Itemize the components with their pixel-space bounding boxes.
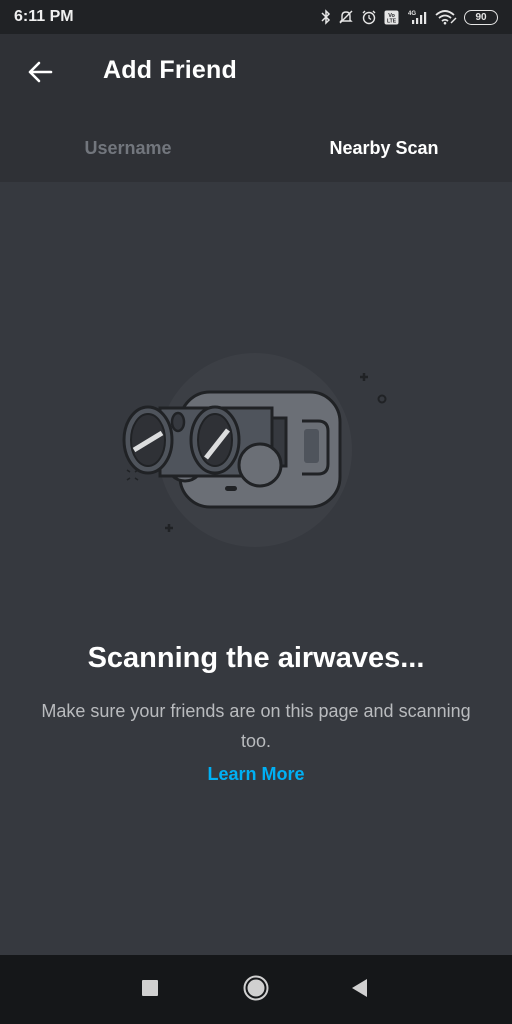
sparkle-icon xyxy=(360,373,368,381)
svg-text:LTE: LTE xyxy=(387,18,397,24)
recents-button[interactable] xyxy=(133,973,167,1007)
scanning-description: Make sure your friends are on this page … xyxy=(41,701,471,751)
back-nav-button[interactable] xyxy=(343,973,377,1007)
back-triangle-icon xyxy=(351,978,369,1003)
arrow-left-icon xyxy=(27,61,53,88)
recents-square-icon xyxy=(141,979,159,1002)
battery-indicator: 90 xyxy=(464,9,498,25)
status-bar: 6:11 PM Vo LTE 4G 90 xyxy=(0,0,512,34)
app-header: Add Friend Username Nearby Scan xyxy=(0,34,512,182)
status-time: 6:11 PM xyxy=(14,8,74,25)
tab-nearby-scan[interactable]: Nearby Scan xyxy=(256,126,512,182)
page-title: Add Friend xyxy=(103,56,237,84)
tab-bar: Username Nearby Scan xyxy=(0,126,512,182)
back-button[interactable] xyxy=(22,58,58,90)
home-circle-icon xyxy=(243,975,269,1006)
status-icons: Vo LTE 4G 90 xyxy=(321,9,498,25)
learn-more-link[interactable]: Learn More xyxy=(0,764,512,785)
home-button[interactable] xyxy=(239,973,273,1007)
tab-username[interactable]: Username xyxy=(0,126,256,182)
system-nav-bar xyxy=(0,955,512,1024)
binoculars-phone-illustration xyxy=(110,340,400,560)
volte-icon: Vo LTE xyxy=(384,10,399,25)
alarm-icon xyxy=(361,9,377,25)
scanning-heading: Scanning the airwaves... xyxy=(87,642,425,674)
sparkle-icon xyxy=(165,524,173,532)
svg-text:4G: 4G xyxy=(408,11,416,17)
sparkle-icon xyxy=(377,394,387,404)
bluetooth-icon xyxy=(321,9,331,25)
wifi-icon xyxy=(435,9,457,25)
signal-4g-icon: 4G xyxy=(406,9,428,25)
notifications-off-icon xyxy=(338,9,354,25)
